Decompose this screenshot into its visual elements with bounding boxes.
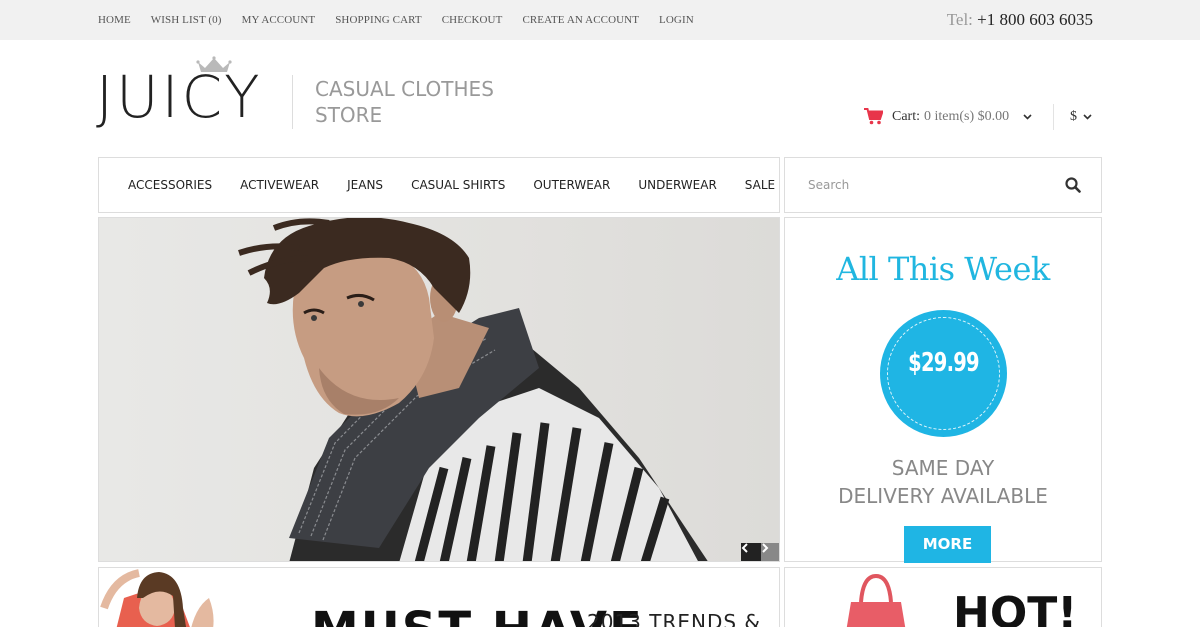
phone-value: +1 800 603 6035 xyxy=(977,10,1093,29)
cart-summary: 0 item(s) $0.00 xyxy=(924,108,1010,124)
promo-price: $29.99 xyxy=(908,348,980,378)
logo-divider xyxy=(292,75,293,129)
more-button[interactable]: MORE xyxy=(904,526,991,563)
search-input[interactable] xyxy=(808,178,1048,192)
promo-line-2: DELIVERY AVAILABLE xyxy=(838,484,1048,508)
hero-image xyxy=(238,218,708,561)
promo-line-1: SAME DAY xyxy=(891,456,995,480)
currency-symbol: $ xyxy=(1070,109,1077,124)
phone-label: Tel: xyxy=(946,10,973,29)
nav-item-underwear[interactable]: UNDERWEAR xyxy=(638,178,716,192)
top-link-login[interactable]: LOGIN xyxy=(659,14,694,26)
top-nav: HOME WISH LIST (0) MY ACCOUNT SHOPPING C… xyxy=(98,14,694,26)
nav-item-sale[interactable]: SALE xyxy=(745,178,775,192)
category-menu: ACCESSORIES ACTIVEWEAR JEANS CASUAL SHIR… xyxy=(128,178,775,192)
top-link-checkout[interactable]: CHECKOUT xyxy=(442,14,503,26)
slider-prev-button[interactable] xyxy=(741,543,761,561)
handbag-image xyxy=(846,573,906,627)
top-link-wishlist[interactable]: WISH LIST (0) xyxy=(151,14,222,26)
search-icon[interactable] xyxy=(1065,177,1081,193)
promo-title: All This Week xyxy=(836,250,1050,288)
currency-selector[interactable]: $ xyxy=(1070,109,1092,125)
cart-dropdown[interactable]: Cart: 0 item(s) $0.00 xyxy=(864,108,1032,125)
hot-banner[interactable]: HOT! xyxy=(784,567,1102,627)
tagline-line-1: CASUAL CLOTHES xyxy=(315,77,494,101)
nav-item-activewear[interactable]: ACTIVEWEAR xyxy=(240,178,319,192)
top-link-home[interactable]: HOME xyxy=(98,14,131,26)
store-tagline: CASUAL CLOTHES STORE xyxy=(315,76,515,128)
nav-item-casual-shirts[interactable]: CASUAL SHIRTS xyxy=(411,178,505,192)
header-divider xyxy=(1053,104,1054,130)
chevron-down-icon xyxy=(1023,113,1032,120)
top-bar: HOME WISH LIST (0) MY ACCOUNT SHOPPING C… xyxy=(0,0,1200,40)
promo-box: All This Week $29.99 SAME DAY DELIVERY A… xyxy=(784,217,1102,563)
slider-next-button[interactable] xyxy=(761,543,779,561)
main-nav: ACCESSORIES ACTIVEWEAR JEANS CASUAL SHIR… xyxy=(98,157,780,213)
promo-text: SAME DAY DELIVERY AVAILABLE xyxy=(785,454,1101,510)
top-link-my-account[interactable]: MY ACCOUNT xyxy=(242,14,316,26)
nav-item-outerwear[interactable]: OUTERWEAR xyxy=(533,178,610,192)
chevron-left-icon xyxy=(741,543,748,553)
search-box xyxy=(784,157,1102,213)
chevron-right-icon xyxy=(762,543,769,553)
logo-wordmark: JUICY xyxy=(96,63,263,131)
hero-slider[interactable] xyxy=(98,217,780,562)
must-have-banner[interactable]: MUST HAVE 2013 TRENDS & xyxy=(98,567,780,627)
nav-item-accessories[interactable]: ACCESSORIES xyxy=(128,178,212,192)
hot-title: HOT! xyxy=(953,588,1078,627)
nav-item-jeans[interactable]: JEANS xyxy=(347,178,383,192)
phone-number: Tel: +1 800 603 6035 xyxy=(947,10,1093,30)
must-have-subtitle: 2013 TRENDS & xyxy=(587,610,762,627)
price-badge: $29.99 xyxy=(880,310,1007,437)
tagline-line-2: STORE xyxy=(315,103,383,127)
cart-label: Cart: xyxy=(892,108,920,124)
top-link-shopping-cart[interactable]: SHOPPING CART xyxy=(335,14,422,26)
store-logo[interactable]: JUICY xyxy=(96,56,276,140)
banner-model-image xyxy=(100,569,214,627)
top-link-create-account[interactable]: CREATE AN ACCOUNT xyxy=(522,14,639,26)
shopping-cart-icon xyxy=(864,108,883,125)
chevron-down-icon xyxy=(1083,114,1092,120)
